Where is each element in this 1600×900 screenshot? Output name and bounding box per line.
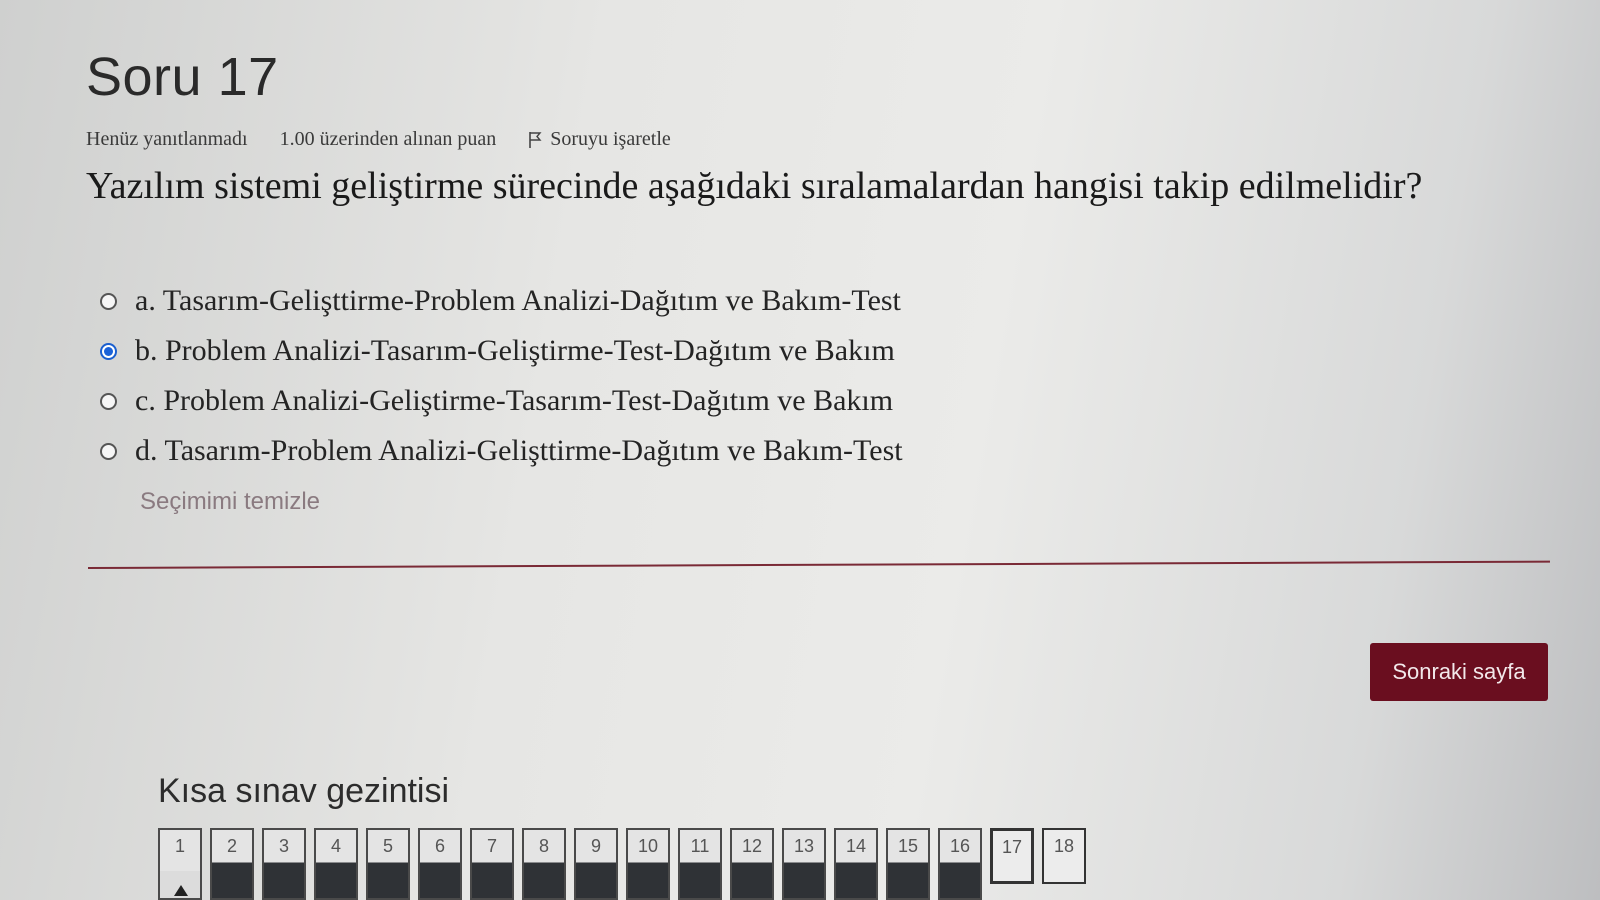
question-info: Henüz yanıtlanmadı 1.00 üzerinden alınan… bbox=[86, 128, 671, 151]
quiz-nav-number: 2 bbox=[226, 836, 237, 856]
question-title: Soru 17 bbox=[86, 47, 279, 107]
answer-label: a. Tasarım-Gelişttirme-Problem Analizi-D… bbox=[135, 284, 901, 317]
flag-label: Soruyu işaretle bbox=[550, 128, 671, 150]
quiz-nav-number: 15 bbox=[897, 836, 919, 856]
quiz-nav-button-15[interactable]: 15 bbox=[886, 828, 930, 900]
divider bbox=[87, 560, 1550, 569]
question-text: Yazılım sistemi geliştirme sürecinde aşa… bbox=[86, 165, 1423, 207]
answer-option[interactable]: d. Tasarım-Problem Analizi-Gelişttirme-D… bbox=[100, 426, 903, 476]
answer-label: c. Problem Analizi-Geliştirme-Tasarım-Te… bbox=[135, 384, 894, 417]
quiz-nav-number: 14 bbox=[845, 836, 867, 856]
radio-button[interactable] bbox=[100, 392, 117, 410]
quiz-nav-button-9[interactable]: 9 bbox=[574, 828, 618, 900]
quiz-nav-button-3[interactable]: 3 bbox=[262, 828, 306, 900]
quiz-nav-number: 17 bbox=[1001, 837, 1023, 857]
quiz-nav-number: 11 bbox=[690, 836, 710, 856]
radio-button[interactable] bbox=[100, 442, 117, 460]
answer-list: a. Tasarım-Gelişttirme-Problem Analizi-D… bbox=[100, 276, 903, 476]
quiz-nav-button-16[interactable]: 16 bbox=[938, 828, 982, 900]
quiz-nav-button-2[interactable]: 2 bbox=[210, 828, 254, 900]
answer-option[interactable]: c. Problem Analizi-Geliştirme-Tasarım-Te… bbox=[100, 376, 903, 426]
quiz-nav-number: 9 bbox=[590, 836, 601, 856]
quiz-nav-number: 3 bbox=[278, 836, 289, 856]
clear-selection-link[interactable]: Seçimimi temizle bbox=[140, 488, 320, 516]
quiz-nav-number: 7 bbox=[486, 836, 497, 856]
quiz-nav-number: 10 bbox=[637, 836, 659, 856]
flag-question-link[interactable]: Soruyu işaretle bbox=[528, 128, 671, 151]
quiz-nav-button-7[interactable]: 7 bbox=[470, 828, 514, 900]
quiz-navigation-title: Kısa sınav gezintisi bbox=[158, 772, 450, 810]
question-status: Henüz yanıtlanmadı bbox=[86, 128, 248, 150]
quiz-nav-number: 4 bbox=[330, 836, 341, 856]
quiz-nav-button-6[interactable]: 6 bbox=[418, 828, 462, 900]
quiz-nav-number: 8 bbox=[538, 836, 549, 856]
quiz-nav-number: 13 bbox=[793, 836, 815, 856]
quiz-nav-button-17[interactable]: 17 bbox=[990, 828, 1034, 884]
quiz-nav-button-5[interactable]: 5 bbox=[366, 828, 410, 900]
quiz-nav-number: 16 bbox=[949, 836, 971, 856]
question-points: 1.00 üzerinden alınan puan bbox=[279, 128, 497, 150]
quiz-nav-number: 12 bbox=[741, 836, 763, 856]
quiz-page: Soru 17 Henüz yanıtlanmadı 1.00 üzerinde… bbox=[0, 0, 1600, 900]
quiz-nav-button-18[interactable]: 18 bbox=[1042, 828, 1086, 884]
quiz-nav-number: 5 bbox=[382, 836, 393, 856]
answer-label: d. Tasarım-Problem Analizi-Gelişttirme-D… bbox=[135, 434, 903, 467]
quiz-nav-number: 6 bbox=[434, 836, 445, 856]
quiz-nav-button-12[interactable]: 12 bbox=[730, 828, 774, 900]
quiz-nav-button-1[interactable]: 1 bbox=[158, 828, 202, 900]
quiz-nav-button-11[interactable]: 11 bbox=[678, 828, 722, 900]
quiz-nav-button-8[interactable]: 8 bbox=[522, 828, 566, 900]
answer-label: b. Problem Analizi-Tasarım-Geliştirme-Te… bbox=[135, 334, 895, 367]
radio-button[interactable] bbox=[100, 292, 117, 310]
quiz-navigation-buttons: 1 2 3 4 5 6 7 8 9 10 11 12 13 14 15 16 17 18 bbox=[158, 828, 1086, 900]
quiz-nav-button-10[interactable]: 10 bbox=[626, 828, 670, 900]
radio-button[interactable] bbox=[100, 342, 117, 360]
flag-icon bbox=[529, 131, 542, 148]
next-page-button[interactable]: Sonraki sayfa bbox=[1370, 643, 1548, 701]
answer-option[interactable]: b. Problem Analizi-Tasarım-Geliştirme-Te… bbox=[100, 326, 903, 376]
quiz-nav-button-13[interactable]: 13 bbox=[782, 828, 826, 900]
quiz-nav-number: 1 bbox=[174, 836, 185, 856]
quiz-nav-number: 18 bbox=[1053, 836, 1075, 856]
answer-option[interactable]: a. Tasarım-Gelişttirme-Problem Analizi-D… bbox=[100, 276, 903, 326]
current-page-marker-icon bbox=[174, 885, 188, 896]
quiz-nav-button-14[interactable]: 14 bbox=[834, 828, 878, 900]
quiz-nav-button-4[interactable]: 4 bbox=[314, 828, 358, 900]
